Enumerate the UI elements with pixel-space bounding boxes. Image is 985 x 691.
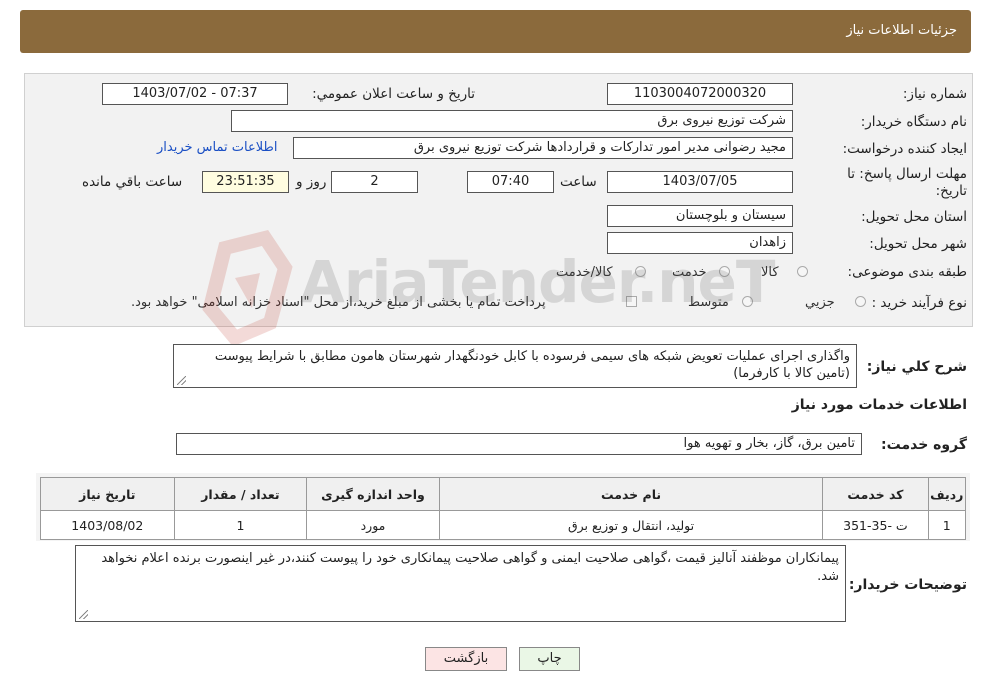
process-option-medium: متوسط: [688, 295, 729, 310]
deadline-time-label: ساعت: [560, 174, 597, 190]
buyer-contact-link[interactable]: اطلاعات تماس خريدار: [157, 140, 277, 155]
buyer-org-label: نام دستگاه خريدار:: [860, 114, 967, 130]
days-label: روز و: [296, 174, 327, 190]
buyer-org-field[interactable]: شرکت توزیع نیروی برق: [231, 110, 793, 132]
col-quantity: تعداد / مقدار: [173, 477, 308, 511]
treasury-payment-note: پرداخت تمام يا بخشی از مبلغ خريد،از محل …: [131, 295, 546, 310]
deadline-label-date: تاريخ:: [935, 183, 967, 199]
announce-datetime-label: تاريخ و ساعت اعلان عمومي:: [312, 86, 475, 102]
announce-datetime-field[interactable]: 1403/07/02 - 07:37: [102, 83, 288, 105]
category-option-goods: کالا: [761, 265, 779, 280]
province-label: استان محل تحويل:: [861, 209, 967, 225]
col-row-number: رديف: [927, 477, 967, 511]
page-header: جزئيات اطلاعات نياز: [20, 10, 971, 53]
category-radio-service[interactable]: [719, 266, 730, 277]
resize-handle-icon[interactable]: [177, 376, 186, 385]
cell-service-code: ت -35-351: [822, 510, 929, 540]
service-group-field[interactable]: تامین برق، گاز، بخار و تهویه هوا: [176, 433, 862, 455]
remaining-time-field: 23:51:35: [202, 171, 289, 193]
deadline-time-field[interactable]: 07:40: [467, 171, 554, 193]
cell-row-number: 1: [927, 510, 967, 540]
services-table: رديف کد خدمت نام خدمت واحد اندازه گيری ت…: [40, 477, 967, 540]
cell-unit: مورد: [306, 510, 440, 540]
col-unit: واحد اندازه گيری: [306, 477, 440, 511]
services-table-header: رديف کد خدمت نام خدمت واحد اندازه گيری ت…: [40, 477, 967, 511]
cell-need-date: 1403/08/02: [40, 510, 175, 540]
process-radio-minor[interactable]: [855, 296, 866, 307]
col-service-name: نام خدمت: [438, 477, 824, 511]
category-label: طبقه بندی موضوعی:: [847, 264, 967, 280]
process-option-minor: جزيي: [805, 295, 835, 310]
province-field[interactable]: سیستان و بلوچستان: [607, 205, 793, 227]
buyer-notes-label: توضيحات خريدار:: [848, 577, 967, 593]
buyer-notes-textarea[interactable]: پیمانکاران موظفند آنالیز قیمت ،گواهی صلا…: [75, 545, 846, 622]
process-label: نوع فرآيند خريد :: [871, 295, 967, 311]
cell-service-name: تولید، انتقال و توزیع برق: [438, 510, 824, 540]
category-option-service: خدمت: [672, 265, 707, 280]
category-radio-goods[interactable]: [797, 266, 808, 277]
print-button[interactable]: چاپ: [519, 647, 580, 671]
back-button[interactable]: بازگشت: [425, 647, 507, 671]
category-option-goods-service: کالا/خدمت: [556, 265, 613, 280]
services-section-title: اطلاعات خدمات مورد نياز: [791, 397, 967, 413]
need-number-label: شماره نياز:: [902, 86, 967, 102]
days-remaining-field[interactable]: 2: [331, 171, 418, 193]
category-radio-goods-service[interactable]: [635, 266, 646, 277]
description-label: شرح کلي نياز:: [866, 359, 967, 375]
resize-handle-icon[interactable]: [79, 610, 88, 619]
col-need-date: تاريخ نياز: [40, 477, 175, 511]
col-service-code: کد خدمت: [822, 477, 929, 511]
city-label: شهر محل تحويل:: [869, 236, 967, 252]
buyer-notes-text: پیمانکاران موظفند آنالیز قیمت ،گواهی صلا…: [101, 551, 839, 584]
deadline-label: مهلت ارسال پاسخ: تا: [847, 166, 967, 182]
remaining-time-label: ساعت باقي مانده: [82, 174, 183, 190]
deadline-date-field[interactable]: 1403/07/05: [607, 171, 793, 193]
page-title: جزئيات اطلاعات نياز: [846, 23, 957, 38]
description-textarea[interactable]: واگذاری اجرای عملیات تعویض شبکه های سیمی…: [173, 344, 857, 388]
table-row[interactable]: 1 ت -35-351 تولید، انتقال و توزیع برق مو…: [40, 510, 967, 540]
cell-quantity: 1: [173, 510, 308, 540]
requester-field[interactable]: مجید رضوانی مدیر امور تدارکات و قرارداده…: [293, 137, 793, 159]
process-radio-medium[interactable]: [742, 296, 753, 307]
description-text: واگذاری اجرای عملیات تعویض شبکه های سیمی…: [214, 349, 850, 381]
service-group-label: گروه خدمت:: [881, 437, 967, 453]
city-field[interactable]: زاهدان: [607, 232, 793, 254]
need-number-field[interactable]: 1103004072000320: [607, 83, 793, 105]
requester-label: ايجاد کننده درخواست:: [842, 141, 967, 157]
treasury-payment-checkbox[interactable]: [626, 296, 637, 307]
